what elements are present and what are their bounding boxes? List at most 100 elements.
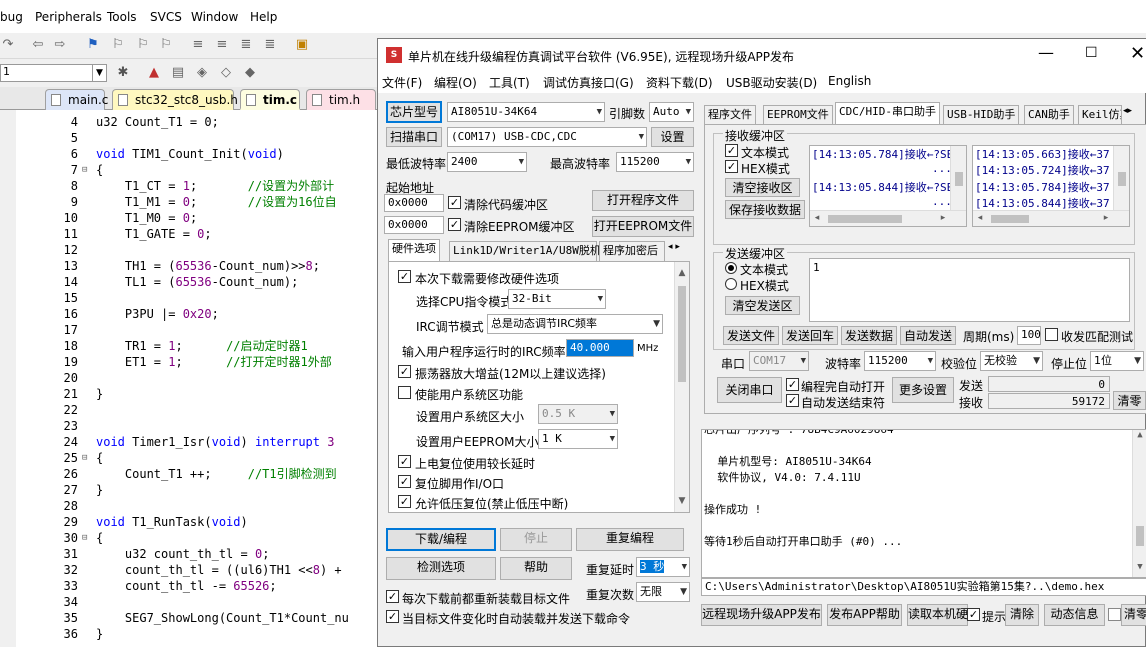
code-line[interactable]: 27} — [0, 482, 380, 498]
select-pack-icon[interactable]: ◇ — [218, 65, 234, 81]
port-select[interactable]: (COM17) USB-CDC,CDC ▼ — [447, 127, 647, 147]
code-address-input[interactable]: 0x0000 — [384, 194, 444, 212]
clear-rx-button[interactable]: 清空接收区 — [725, 178, 800, 197]
auto-open-checkbox[interactable]: ✓ — [786, 378, 799, 391]
eeprom-address-input[interactable]: 0x0000 — [384, 216, 444, 234]
scroll-thumb[interactable] — [1118, 172, 1126, 186]
auto-end-checkbox[interactable]: ✓ — [786, 394, 799, 407]
code-line[interactable]: 28 — [0, 498, 380, 514]
help-button[interactable]: 帮助 — [500, 557, 572, 580]
forward-icon[interactable]: ⇨ — [52, 37, 68, 53]
tab-program-file[interactable]: 程序文件 — [704, 105, 756, 125]
code-line[interactable]: 25 ⊟ { — [0, 450, 380, 466]
find-in-files-icon[interactable]: ▣ — [294, 37, 310, 53]
scroll-right-icon[interactable]: ▸ — [1099, 213, 1113, 223]
code-editor[interactable]: 4 u32 Count_T1 = 0; 5 6 void TIM1_Count_Init… — [0, 110, 380, 647]
parity-select[interactable]: 无校验 ▼ — [980, 351, 1043, 371]
code-line[interactable]: 22 — [0, 402, 380, 418]
indent-icon[interactable]: ≡ — [190, 37, 206, 53]
tab-keil-sim[interactable]: Keil仿真 — [1078, 105, 1122, 125]
code-line[interactable]: 26 Count_T1 ++; //T1引脚检测到 — [0, 466, 380, 482]
comment-icon[interactable]: ≣ — [238, 37, 254, 53]
eeprom-size-select[interactable]: 1 K ▼ — [538, 429, 618, 449]
code-line[interactable]: 14 TL1 = (65536-Count_num); — [0, 274, 380, 290]
menu-svcs[interactable]: SVCS — [150, 10, 182, 24]
rx-hscroll[interactable]: ◂ ▸ — [810, 210, 966, 226]
code-line[interactable]: 24 void Timer1_Isr(void) interrupt 3 — [0, 434, 380, 450]
menu-peripherals[interactable]: Peripherals — [35, 10, 102, 24]
code-line[interactable]: 20 — [0, 370, 380, 386]
scroll-left-icon[interactable]: ◂ — [973, 213, 987, 223]
max-baud-select[interactable]: 115200 ▼ — [616, 152, 694, 172]
rx-vscroll[interactable] — [950, 146, 966, 210]
code-line[interactable]: 34 — [0, 594, 380, 610]
auto-reload-checkbox[interactable]: ✓ — [386, 610, 399, 623]
serial-port-select[interactable]: COM17 ▼ — [749, 351, 809, 371]
save-rx-button[interactable]: 保存接收数据 — [725, 200, 805, 219]
menu-tools[interactable]: 工具(T) — [489, 74, 530, 91]
code-line[interactable]: 17 — [0, 322, 380, 338]
redo-icon[interactable]: ↷ — [0, 37, 16, 53]
tab-stc32-stc8-usb-h[interactable]: stc32_stc8_usb.h — [112, 89, 238, 110]
next-bookmark-icon[interactable]: ⚐ — [135, 37, 151, 53]
publish-app-button[interactable]: 远程现场升级APP发布 — [701, 604, 822, 626]
scroll-thumb[interactable] — [678, 286, 686, 382]
hint-checkbox[interactable]: ✓ — [967, 608, 980, 621]
change-hw-checkbox[interactable]: ✓ — [398, 270, 411, 283]
tab-scroll-arrows-icon[interactable]: ◂ ▸ — [668, 242, 680, 252]
detect-options-button[interactable]: 检测选项 — [386, 557, 496, 580]
user-sys-checkbox[interactable] — [398, 386, 411, 399]
stopbit-select[interactable]: 1位 ▼ — [1090, 351, 1144, 371]
clear-tx-button[interactable]: 清空发送区 — [725, 296, 800, 315]
code-line[interactable]: 6 void TIM1_Count_Init(void) — [0, 146, 380, 162]
tx-text-input[interactable]: 1 — [809, 258, 1130, 322]
options-icon[interactable]: ▤ — [170, 65, 186, 81]
menu-program[interactable]: 编程(O) — [434, 74, 477, 91]
scroll-up-icon[interactable]: ▲ — [1133, 430, 1146, 440]
menu-usb-driver[interactable]: USB驱动安装(D) — [726, 74, 817, 91]
manage-components-icon[interactable]: ▲ — [146, 65, 162, 81]
close-button[interactable]: ✕ — [1130, 43, 1145, 64]
scroll-left-icon[interactable]: ◂ — [810, 213, 824, 223]
code-line[interactable]: 23 — [0, 418, 380, 434]
code-line[interactable]: 10 T1_M0 = 0; — [0, 210, 380, 226]
back-icon[interactable]: ⇦ — [30, 37, 46, 53]
scroll-thumb[interactable] — [1136, 526, 1144, 546]
code-line[interactable]: 12 — [0, 242, 380, 258]
menu-window[interactable]: Window — [191, 10, 238, 24]
pins-select[interactable]: Auto ▼ — [649, 102, 694, 122]
code-line[interactable]: 29 void T1_RunTask(void) — [0, 514, 380, 530]
auto-send-button[interactable]: 自动发送 — [900, 326, 956, 345]
publish-help-button[interactable]: 发布APP帮助 — [827, 604, 902, 626]
cpu-mode-select[interactable]: 32-Bit ▼ — [508, 289, 606, 309]
code-line[interactable]: 4 u32 Count_T1 = 0; — [0, 114, 380, 130]
tab-link1d-offline[interactable]: Link1D/Writer1A/U8W脱机 — [449, 241, 601, 261]
repeat-program-button[interactable]: 重复编程 — [576, 528, 684, 551]
packs-icon[interactable]: ◈ — [194, 65, 210, 81]
prev-bookmark-icon[interactable]: ⚐ — [110, 37, 126, 53]
osc-gain-checkbox[interactable]: ✓ — [398, 365, 411, 378]
output-log[interactable]: 芯片出厂序列号 : 78B4C9A6029864 单片机型号: AI8051U-… — [701, 429, 1146, 578]
clear-log-button[interactable]: 清除 — [1005, 604, 1039, 626]
scroll-right-icon[interactable]: ▸ — [936, 213, 950, 223]
rx-hex-hscroll[interactable]: ◂ ▸ — [973, 210, 1129, 226]
tab-eeprom-file[interactable]: EEPROM文件 — [763, 105, 833, 125]
tab-usb-hid[interactable]: USB-HID助手 — [943, 105, 1020, 125]
repeat-count-select[interactable]: 无限 ▼ — [636, 582, 690, 602]
dynamic-info-checkbox[interactable] — [1108, 608, 1121, 621]
target-select[interactable]: 1 ▼ — [0, 64, 107, 82]
sys-size-select[interactable]: 0.5 K ▼ — [538, 404, 618, 424]
menu-help[interactable]: Help — [250, 10, 277, 24]
menu-file[interactable]: 文件(F) — [382, 74, 422, 91]
fold-marker-icon[interactable]: ⊟ — [82, 450, 92, 466]
send-enter-button[interactable]: 发送回车 — [782, 326, 838, 345]
code-line[interactable]: 32 count_th_tl = ((ul6)TH1 <<8) + — [0, 562, 380, 578]
menu-downloads[interactable]: 资料下载(D) — [646, 74, 713, 91]
code-line[interactable]: 8 T1_CT = 1; //设置为外部计 — [0, 178, 380, 194]
code-line[interactable]: 11 T1_GATE = 0; — [0, 226, 380, 242]
irc-freq-input[interactable]: 40.000 — [566, 339, 634, 357]
low-volt-checkbox[interactable]: ✓ — [398, 495, 411, 508]
clear-counts-button[interactable]: 清零 — [1113, 391, 1146, 410]
reset-io-checkbox[interactable]: ✓ — [398, 475, 411, 488]
maximize-button[interactable]: ☐ — [1085, 45, 1098, 61]
